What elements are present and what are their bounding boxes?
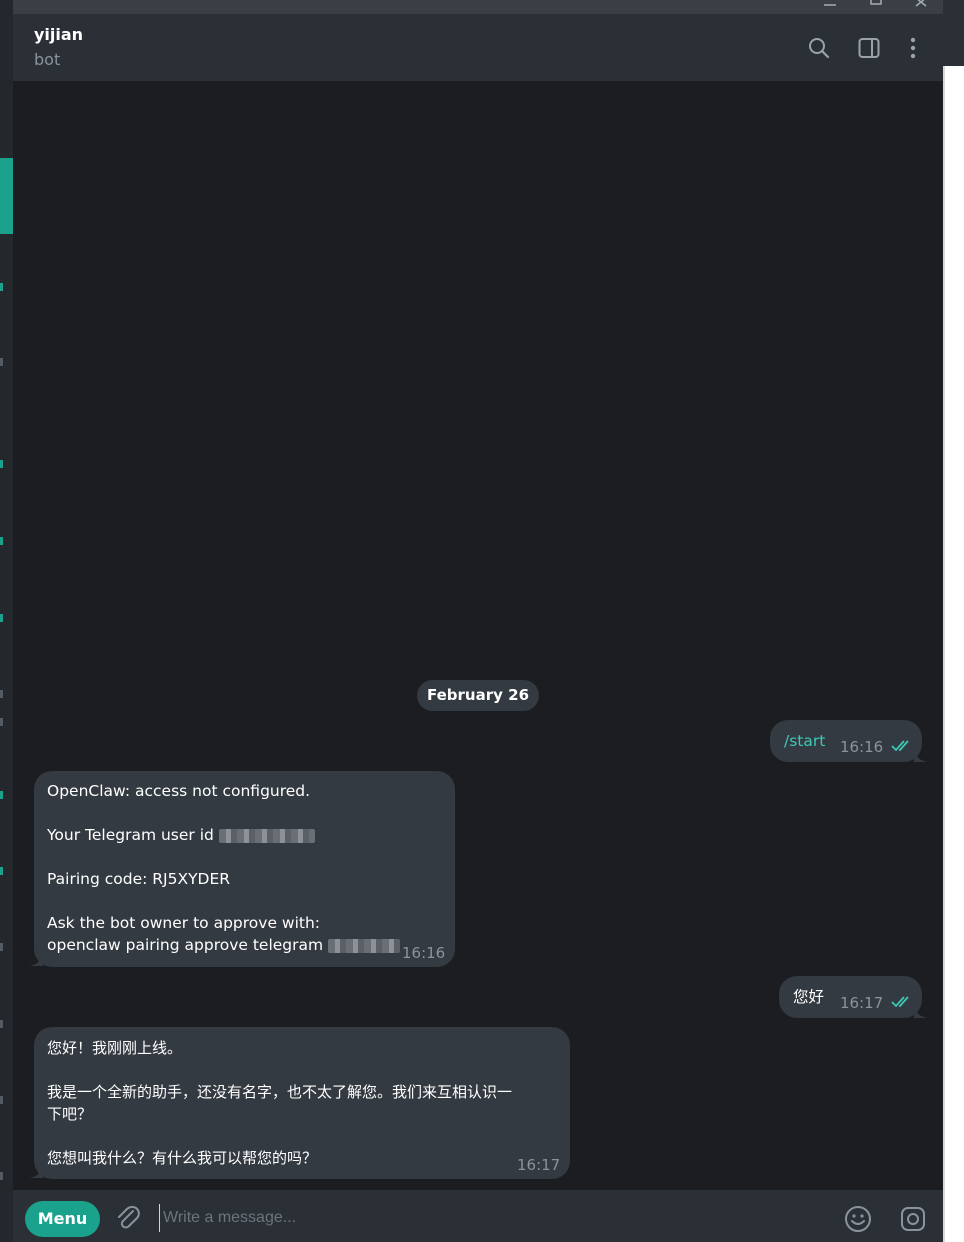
list-mark xyxy=(0,718,3,726)
instagram-style-camera-icon[interactable] xyxy=(898,1204,928,1234)
message-composer: Menu xyxy=(13,1190,943,1242)
message-text: Ask the bot owner to approve with: xyxy=(47,914,321,932)
redacted-user-id xyxy=(218,828,315,843)
selected-chat-indicator[interactable] xyxy=(0,158,13,234)
message-time: 16:16 xyxy=(840,738,884,756)
message-text: 我是一个全新的助手，还没有名字，也不太了解您。我们来互相认识一 xyxy=(47,1083,513,1101)
message-outgoing[interactable]: /start 16:16 xyxy=(770,720,922,762)
message-outgoing[interactable]: 您好 16:17 xyxy=(779,976,922,1018)
emoji-icon[interactable] xyxy=(843,1204,873,1234)
search-icon[interactable] xyxy=(807,36,831,60)
date-separator: February 26 xyxy=(417,680,539,711)
list-mark xyxy=(0,358,3,366)
list-mark xyxy=(0,1096,3,1104)
list-mark xyxy=(0,943,3,951)
double-check-icon xyxy=(891,996,909,1008)
chat-list-sliver xyxy=(0,0,13,1242)
unread-mark xyxy=(0,283,3,291)
redacted-pairing-arg xyxy=(328,938,401,953)
message-time: 16:17 xyxy=(840,994,884,1012)
chat-title[interactable]: yijian xyxy=(34,25,83,44)
minimize-icon[interactable] xyxy=(823,0,837,8)
message-text: Your Telegram user id xyxy=(47,826,214,844)
double-check-icon xyxy=(891,740,909,752)
message-text: 您好！我刚刚上线。 xyxy=(47,1039,183,1057)
telegram-window: yijian bot February 26 /start 16:16 Open… xyxy=(0,0,943,1242)
close-icon[interactable] xyxy=(914,0,928,8)
list-mark xyxy=(0,690,3,698)
list-mark xyxy=(0,1020,3,1028)
message-incoming[interactable]: 您好！我刚刚上线。 我是一个全新的助手，还没有名字，也不太了解您。我们来互相认识… xyxy=(34,1027,570,1179)
bot-command-link[interactable]: /start xyxy=(784,730,825,752)
chat-header: yijian bot xyxy=(13,14,943,81)
sidebar-toggle-icon[interactable] xyxy=(857,36,881,60)
message-text: 您想叫我什么？有什么我可以帮您的吗？ xyxy=(47,1149,318,1167)
attach-icon[interactable] xyxy=(113,1203,143,1233)
unread-mark xyxy=(0,791,3,799)
maximize-icon[interactable] xyxy=(869,0,883,8)
message-text: OpenClaw: access not configured. xyxy=(47,782,311,800)
background-window-edge xyxy=(943,0,964,1242)
bubble-tail xyxy=(29,1165,43,1178)
message-time: 16:16 xyxy=(402,944,446,962)
unread-mark xyxy=(0,867,3,875)
unread-mark xyxy=(0,460,3,468)
list-mark xyxy=(0,1172,3,1180)
message-incoming[interactable]: OpenClaw: access not configured. Your Te… xyxy=(34,771,455,967)
message-time: 16:17 xyxy=(517,1156,561,1174)
unread-mark xyxy=(0,537,3,545)
message-text: 下吧？ xyxy=(47,1105,93,1123)
message-area[interactable]: February 26 /start 16:16 OpenClaw: acces… xyxy=(13,81,943,1190)
more-vertical-icon[interactable] xyxy=(901,36,925,60)
window-titlebar xyxy=(13,0,943,14)
chat-subtitle: bot xyxy=(34,50,61,69)
message-input[interactable] xyxy=(159,1204,659,1232)
message-text: openclaw pairing approve telegram xyxy=(47,936,324,954)
bot-menu-button[interactable]: Menu xyxy=(25,1201,100,1237)
bubble-tail xyxy=(914,1005,928,1018)
bubble-tail xyxy=(29,953,43,966)
bubble-tail xyxy=(914,749,928,762)
message-text: 您好 xyxy=(793,988,825,1006)
message-text: Pairing code: RJ5XYDER xyxy=(47,870,231,888)
unread-mark xyxy=(0,614,3,622)
